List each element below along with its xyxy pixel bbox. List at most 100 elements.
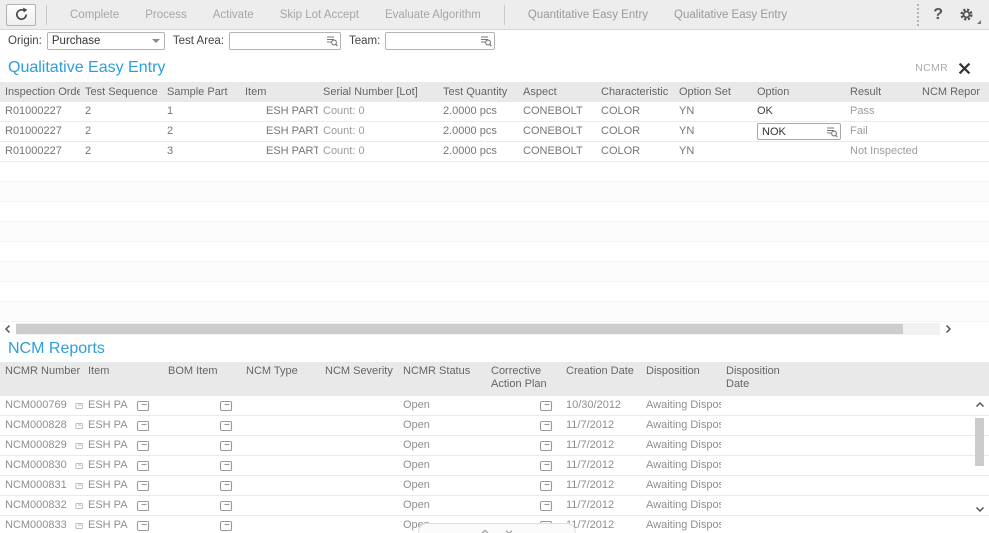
value-help-icon[interactable] [479, 34, 492, 47]
qee-col-ncm-report[interactable]: NCM Repor [917, 82, 989, 102]
ncm-col-item[interactable]: Item [83, 362, 163, 396]
cell-ncm-severity [320, 476, 398, 495]
ncm-col-ncm-type[interactable]: NCM Type [241, 362, 320, 396]
ncm-table-row[interactable]: NCM000831 ESH PA Open 11/7/2012 Awaiting [0, 476, 989, 496]
qee-col-item[interactable]: Item [240, 82, 318, 102]
refresh-button[interactable] [6, 4, 36, 26]
ncm-col-disposition[interactable]: Disposition [641, 362, 721, 396]
qee-col-serial-number[interactable]: Serial Number [Lot] [318, 82, 438, 102]
item-value: ESH PA [88, 436, 128, 455]
document-preview-icon[interactable] [219, 499, 233, 513]
hscroll-track[interactable] [16, 323, 940, 335]
origin-select[interactable]: Purchase [47, 32, 165, 50]
hscroll-thumb[interactable] [16, 324, 903, 334]
document-preview-icon[interactable] [75, 499, 83, 513]
qee-col-test-sequence[interactable]: Test Sequence [80, 82, 162, 102]
settings-button[interactable] [959, 7, 977, 23]
empty-row [0, 262, 989, 282]
ncm-table-row[interactable]: NCM000829 ESH PA Open 11/7/2012 Awaiting [0, 436, 989, 456]
cell-corrective-action-plan [486, 396, 561, 415]
cell-option-set: YN [674, 122, 752, 141]
qee-col-option-set[interactable]: Option Set [674, 82, 752, 102]
document-preview-icon[interactable] [219, 459, 233, 473]
ncm-col-ncmr-status[interactable]: NCMR Status [398, 362, 486, 396]
scroll-up-button[interactable] [973, 398, 987, 412]
ncm-col-corrective-action-plan[interactable]: Corrective Action Plan [486, 362, 561, 396]
option-input[interactable] [762, 125, 825, 139]
qee-col-sample-part[interactable]: Sample Part [162, 82, 240, 102]
horizontal-scrollbar [0, 322, 989, 336]
document-preview-icon[interactable] [539, 439, 553, 453]
cell-ncm-report [917, 142, 989, 161]
ncm-table-row[interactable]: NCM000828 ESH PA Open 11/7/2012 Awaiting [0, 416, 989, 436]
ncm-col-ncm-severity[interactable]: NCM Severity [320, 362, 398, 396]
drag-handle-icon[interactable] [917, 4, 919, 26]
quantitative-easy-entry-button[interactable]: Quantitative Easy Entry [515, 1, 661, 29]
vscroll-thumb[interactable] [975, 418, 984, 466]
ncm-table-header: NCMR Number Item BOM Item NCM Type NCM S… [0, 362, 989, 396]
option-input-box[interactable] [757, 123, 841, 140]
ncm-table-row[interactable]: NCM000769 ESH PA Open 10/30/2012 Awaitin… [0, 396, 989, 416]
process-button[interactable]: Process [132, 1, 200, 29]
document-preview-icon[interactable] [136, 439, 150, 453]
qee-col-test-quantity[interactable]: Test Quantity [438, 82, 518, 102]
cell-ncm-severity [320, 436, 398, 455]
document-preview-icon[interactable] [75, 419, 83, 433]
document-preview-icon[interactable] [75, 459, 83, 473]
document-preview-icon[interactable] [136, 519, 150, 533]
qee-table-row[interactable]: R01000227 2 3 ESH PARTS Count: 0 2.0000 … [0, 142, 989, 162]
qee-col-result[interactable]: Result [845, 82, 917, 102]
cell-test-quantity: 2.0000 pcs [438, 102, 518, 121]
document-preview-icon[interactable] [136, 399, 150, 413]
document-preview-icon[interactable] [75, 519, 83, 533]
document-preview-icon[interactable] [219, 439, 233, 453]
close-icon[interactable] [958, 62, 971, 75]
document-preview-icon[interactable] [75, 479, 83, 493]
document-preview-icon[interactable] [75, 399, 83, 413]
document-preview-icon[interactable] [219, 419, 233, 433]
ncm-col-bom-item[interactable]: BOM Item [163, 362, 241, 396]
cell-creation-date: 10/30/2012 [561, 396, 641, 415]
ncm-table-row[interactable]: NCM000830 ESH PA Open 11/7/2012 Awaiting [0, 456, 989, 476]
document-preview-icon[interactable] [539, 419, 553, 433]
document-preview-icon[interactable] [136, 459, 150, 473]
document-preview-icon[interactable] [539, 399, 553, 413]
evaluate-algorithm-button[interactable]: Evaluate Algorithm [372, 1, 494, 29]
qualitative-easy-entry-button[interactable]: Qualitative Easy Entry [661, 1, 800, 29]
document-preview-icon[interactable] [136, 419, 150, 433]
qee-table-row[interactable]: R01000227 2 1 ESH PARTS Count: 0 2.0000 … [0, 102, 989, 122]
document-preview-icon[interactable] [539, 459, 553, 473]
qee-col-inspection-order[interactable]: Inspection Order [0, 82, 80, 102]
skip-lot-accept-button[interactable]: Skip Lot Accept [267, 1, 372, 29]
document-preview-icon[interactable] [219, 479, 233, 493]
ncm-col-ncmr-number[interactable]: NCMR Number [0, 362, 83, 396]
vscroll-track[interactable] [973, 412, 987, 502]
pane-splitter-handle[interactable] [418, 523, 576, 533]
document-preview-icon[interactable] [219, 519, 233, 533]
ncm-table-body: NCM000769 ESH PA Open 10/30/2012 Awaitin… [0, 396, 989, 533]
document-preview-icon[interactable] [539, 479, 553, 493]
qee-col-characteristic[interactable]: Characteristic [596, 82, 674, 102]
ncm-table-row[interactable]: NCM000832 ESH PA Open 11/7/2012 Awaiting [0, 496, 989, 516]
help-button[interactable]: ? [933, 6, 943, 24]
document-preview-icon[interactable] [75, 439, 83, 453]
ncm-col-creation-date[interactable]: Creation Date [561, 362, 641, 396]
value-help-icon[interactable] [325, 34, 338, 47]
item-value: ESH PA [88, 476, 128, 495]
activate-button[interactable]: Activate [200, 1, 267, 29]
complete-button[interactable]: Complete [57, 1, 132, 29]
qee-col-option[interactable]: Option [752, 82, 845, 102]
document-preview-icon[interactable] [136, 499, 150, 513]
origin-label: Origin: [8, 35, 42, 47]
qee-table-body: R01000227 2 1 ESH PARTS Count: 0 2.0000 … [0, 102, 989, 162]
qee-col-aspect[interactable]: Aspect [518, 82, 596, 102]
document-preview-icon[interactable] [219, 399, 233, 413]
document-preview-icon[interactable] [136, 479, 150, 493]
value-help-icon[interactable] [825, 125, 838, 138]
document-preview-icon[interactable] [539, 499, 553, 513]
scroll-left-button[interactable] [0, 322, 16, 336]
scroll-down-button[interactable] [973, 502, 987, 516]
ncm-col-disposition-date[interactable]: Disposition Date [721, 362, 799, 396]
qee-table-row[interactable]: R01000227 2 2 ESH PARTS Count: 0 2.0000 … [0, 122, 989, 142]
scroll-right-button[interactable] [940, 322, 956, 336]
